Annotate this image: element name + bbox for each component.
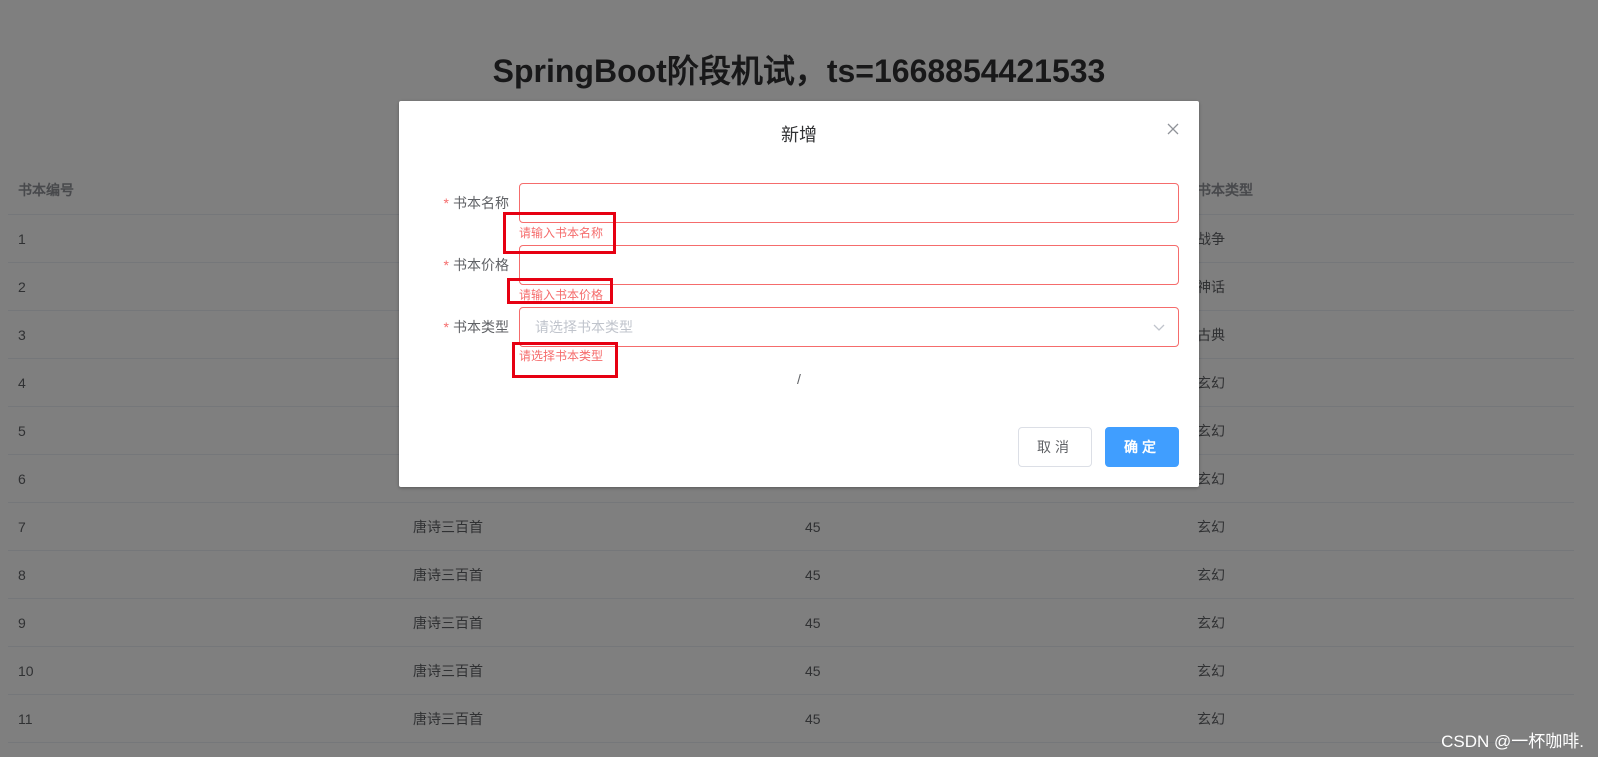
form-row-type: * 书本类型 请选择书本类型 bbox=[399, 307, 1199, 347]
name-label-text: 书本名称 bbox=[453, 195, 509, 211]
chevron-down-icon bbox=[1153, 324, 1165, 331]
separator-text: / bbox=[797, 371, 801, 387]
watermark: CSDN @一杯咖啡. bbox=[1441, 732, 1584, 751]
annotation-box-price bbox=[507, 278, 613, 304]
required-mark: * bbox=[443, 195, 449, 211]
type-label-text: 书本类型 bbox=[453, 319, 509, 335]
price-label: * 书本价格 bbox=[399, 245, 509, 285]
dialog-title: 新增 bbox=[781, 125, 817, 145]
price-label-text: 书本价格 bbox=[453, 257, 509, 273]
add-dialog: 新增 * 书本名称 请输入书本名称 * 书本价格 请输入书本价格 * 书本类型 请选择… bbox=[399, 101, 1199, 487]
confirm-button[interactable]: 确定 bbox=[1105, 427, 1179, 467]
required-mark: * bbox=[443, 319, 449, 335]
close-icon[interactable] bbox=[1165, 121, 1181, 137]
book-type-select[interactable]: 请选择书本类型 bbox=[519, 307, 1179, 347]
book-price-input[interactable] bbox=[519, 245, 1179, 285]
required-mark: * bbox=[443, 257, 449, 273]
name-label: * 书本名称 bbox=[399, 183, 509, 223]
book-name-input[interactable] bbox=[519, 183, 1179, 223]
cancel-button[interactable]: 取消 bbox=[1018, 427, 1092, 467]
type-placeholder: 请选择书本类型 bbox=[535, 319, 633, 335]
annotation-box-name bbox=[503, 212, 616, 254]
type-label: * 书本类型 bbox=[399, 307, 509, 347]
